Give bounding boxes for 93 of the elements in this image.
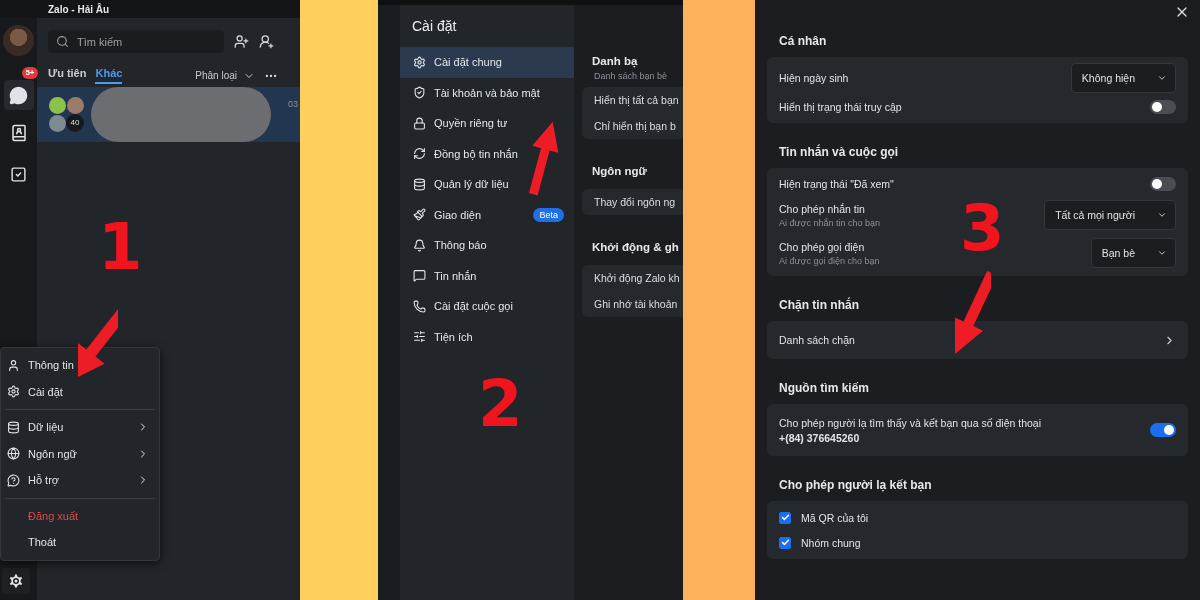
sidebar-item[interactable]: Tin nhắn [400,260,574,291]
menu-icon [413,55,426,69]
window-title: Zalo - Hải Âu [48,3,110,15]
menu-icon [7,358,20,372]
step-number: 3 [960,196,1005,260]
tab[interactable]: Ưu tiên [48,67,87,84]
step-number: 2 [478,372,523,436]
setting-hint: Ai được nhắn tin cho bạn [779,217,881,228]
menu-icon [413,299,426,313]
unread-badge: 5+ [22,67,38,79]
setting-label: Cho phép người lạ tìm thấy và kết bạn qua số điện thoại [779,416,1042,429]
create-group-button[interactable] [259,34,274,49]
chevron-down-icon [1157,210,1167,220]
section-heading: Cá nhân [779,34,828,48]
chat-bubble-icon [9,85,28,105]
checkbox[interactable] [779,511,791,524]
section-heading: Ngôn ngữ [592,165,647,177]
avatar[interactable] [3,25,34,56]
setting-label: Hiện ngày sinh [779,72,850,84]
conversation-item[interactable]: 40 03 [37,87,300,142]
search-icon [56,35,69,48]
menu-item[interactable]: Đăng xuất [1,502,159,529]
chevron-down-icon [1157,73,1167,83]
sidebar-item[interactable]: Đồng bộ tin nhắn [400,138,574,169]
menu-icon [7,473,20,487]
menu-item[interactable]: Cài đặt [1,378,159,405]
checkbox-label: Mã QR của tôi [801,511,869,524]
dropdown[interactable]: Bạn bè [1090,238,1176,268]
sidebar-item[interactable]: Tài khoản và bảo mật [400,77,574,108]
section-subtitle: Danh sách bạn bè [594,71,669,81]
toggle-switch[interactable] [1150,100,1176,114]
phone-number: +(84) 376645260 [779,431,861,444]
sidebar-item[interactable]: Thông báo [400,230,574,261]
dropdown[interactable]: Tất cả mọi người [1044,200,1176,230]
checkbox-icon [10,165,27,183]
setting-label: Cho phép gọi điện [779,240,866,253]
search-input[interactable]: Tìm kiếm [75,34,205,49]
sidebar-item[interactable]: Cài đặt chung [400,47,574,78]
setting-label: Cho phép nhắn tin [779,202,866,215]
menu-icon [413,330,426,344]
setting-label: Hiện trạng thái "Đã xem" [779,178,895,190]
sidebar-item[interactable]: Quản lý dữ liệu [400,169,574,200]
chevron-down-icon [1157,248,1167,258]
toggle-switch[interactable] [1150,423,1176,437]
list-item[interactable]: Danh sách chặn [779,325,1176,355]
menu-icon [7,447,20,461]
section-heading: Khởi động & gh [592,241,679,253]
beta-badge: Beta [533,207,564,222]
setting-label: Ghi nhớ tài khoản [594,298,679,310]
menu-icon [413,269,426,283]
menu-item[interactable]: Dữ liệu [1,414,159,441]
menu-icon [413,238,426,252]
sidebar-item[interactable]: Cài đặt cuộc gọi [400,291,574,322]
setting-label: Hiển thị tất cả bạn [594,94,680,106]
settings-button[interactable] [2,568,30,594]
menu-icon [7,420,20,434]
menu-item[interactable]: Thoát [1,529,159,556]
sidebar-item[interactable]: Tiện ích [400,321,574,352]
section-heading: Tin nhắn và cuộc gọi [779,145,900,159]
section-heading: Danh bạ [592,55,638,67]
menu-item[interactable]: Hỗ trợ [1,467,159,494]
menu-icon [413,147,426,161]
add-friend-button[interactable] [234,34,249,49]
sidebar-item[interactable]: Giao diện Beta [400,199,574,230]
setting-hint: Ai được gọi điện cho bạn [779,255,881,266]
setting-label: Khởi động Zalo kh [594,272,681,284]
menu-icon [413,208,426,222]
setting-label: Thay đổi ngôn ng [594,196,677,208]
section-heading: Nguồn tìm kiếm [779,381,870,395]
settings-icon [7,572,25,590]
sidebar-item[interactable]: Quyền riêng tư [400,108,574,139]
menu-icon [413,86,426,100]
menu-icon [413,177,426,191]
menu-item[interactable]: Thông tin [1,352,159,379]
search-field[interactable]: Tìm kiếm [48,30,224,53]
toggle-switch[interactable] [1150,177,1176,191]
contact-book-icon [9,124,28,142]
menu-item[interactable]: Ngôn ngữ [1,440,159,467]
section-heading: Chặn tin nhắn [779,298,860,312]
menu-icon [413,116,426,130]
setting-label: Chỉ hiển thị bạn b [594,120,677,132]
tab[interactable]: Khác [95,67,123,84]
checkbox[interactable] [779,536,791,549]
step-number: 1 [98,215,143,279]
time-label: 03 [288,99,298,109]
section-heading: Cho phép người lạ kết bạn [779,478,933,492]
chat-tab[interactable] [3,80,34,110]
menu-icon [7,385,20,399]
dropdown[interactable]: Không hiện [1070,63,1176,93]
setting-label: Hiển thị trạng thái truy cập [779,101,903,113]
filter-dropdown[interactable]: Phân loại [195,69,255,82]
dialog-title: Cài đặt [411,17,458,36]
checkbox-label: Nhóm chung [801,536,861,549]
